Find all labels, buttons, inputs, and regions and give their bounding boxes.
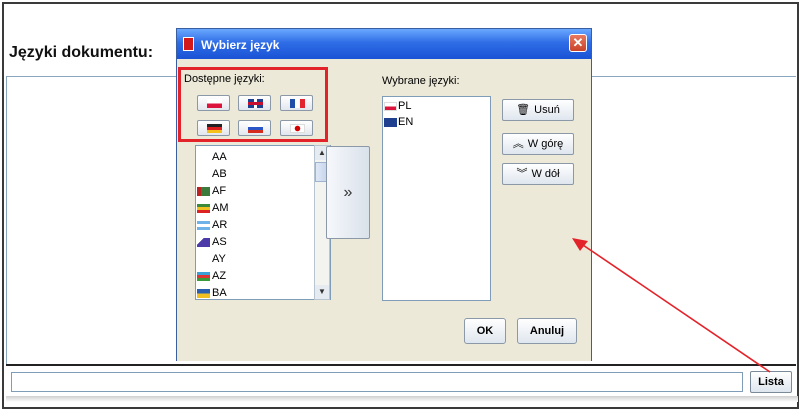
panel-shadow: [6, 396, 798, 402]
am-flag-icon: [197, 204, 210, 213]
languages-input[interactable]: [11, 372, 743, 392]
move-up-label: W górę: [527, 138, 564, 150]
ok-button[interactable]: OK: [464, 318, 506, 344]
panel-bottom-border: [6, 364, 796, 366]
language-code: BA: [212, 287, 227, 299]
af-flag-icon: [197, 187, 210, 196]
az-flag-icon: [197, 272, 210, 281]
language-code: AF: [212, 185, 227, 197]
trash-icon: 🗑: [516, 104, 531, 116]
language-code: AR: [212, 219, 228, 231]
app-icon: [183, 37, 194, 51]
move-up-button[interactable]: ︽ W górę: [502, 133, 574, 155]
language-code: PL: [398, 100, 412, 112]
double-chevron-down-icon: ︾: [516, 168, 528, 180]
cancel-button[interactable]: Anuluj: [517, 318, 577, 344]
document-languages-label: Języki dokumentu:: [9, 44, 154, 61]
selected-languages-list[interactable]: PL EN: [382, 96, 491, 301]
quick-flags-highlight: [178, 67, 328, 142]
close-button[interactable]: ✕: [569, 34, 587, 52]
language-code: AA: [212, 151, 227, 163]
selected-languages-label: Wybrane języki:: [382, 75, 460, 87]
choose-language-dialog: Wybierz język ✕ Dostępne języki: Wybrane…: [176, 28, 592, 361]
remove-button[interactable]: 🗑 Usuń: [502, 99, 574, 121]
double-chevron-up-icon: ︽: [512, 138, 524, 150]
language-code: AY: [212, 253, 226, 265]
pl-flag-icon: [384, 102, 397, 111]
as-flag-icon: [197, 238, 210, 247]
dialog-titlebar[interactable]: Wybierz język ✕: [177, 29, 591, 59]
list-button[interactable]: Lista: [750, 371, 792, 393]
ba-flag-icon: [197, 289, 210, 298]
ar-flag-icon: [197, 221, 210, 230]
language-code: AM: [212, 202, 229, 214]
move-down-label: W dół: [531, 168, 560, 180]
panel-border: [6, 76, 7, 366]
dialog-title: Wybierz język: [201, 38, 280, 52]
scroll-down-icon[interactable]: ▼: [315, 285, 329, 299]
available-languages-list[interactable]: AA AB AF AM AR AS AY AZ BA: [195, 145, 331, 300]
remove-label: Usuń: [534, 104, 560, 116]
language-code: AS: [212, 236, 227, 248]
language-code: EN: [398, 116, 414, 128]
language-code: AB: [212, 168, 227, 180]
language-code: AZ: [212, 270, 227, 282]
gb-flag-icon: [384, 118, 397, 127]
move-down-button[interactable]: ︾ W dół: [502, 163, 574, 185]
add-language-button[interactable]: »: [326, 146, 370, 239]
